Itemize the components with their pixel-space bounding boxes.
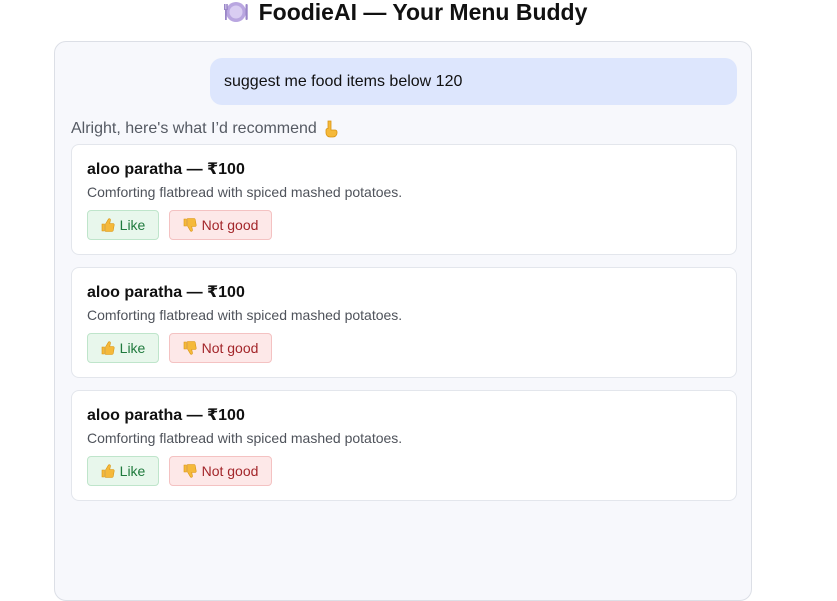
user-message-bubble: suggest me food items below 120 xyxy=(210,58,737,105)
not-good-button[interactable]: Not good xyxy=(169,456,272,486)
bot-intro: Alright, here's what I’d recommend xyxy=(71,118,340,140)
thumbs-down-icon xyxy=(183,218,197,232)
recommendation-card: aloo paratha — ₹100 Comforting flatbread… xyxy=(71,390,737,501)
bot-intro-text: Alright, here's what I’d recommend xyxy=(71,120,317,137)
not-good-label: Not good xyxy=(201,340,259,356)
plate-icon xyxy=(223,0,249,24)
card-description: Comforting flatbread with spiced mashed … xyxy=(87,430,403,446)
card-title: aloo paratha — ₹100 xyxy=(87,284,245,301)
recommendation-card: aloo paratha — ₹100 Comforting flatbread… xyxy=(71,144,737,255)
like-label: Like xyxy=(119,463,146,479)
like-button[interactable]: Like xyxy=(87,333,159,363)
thumbs-down-icon xyxy=(183,341,197,355)
thumbs-up-icon xyxy=(101,464,115,478)
like-button[interactable]: Like xyxy=(87,210,159,240)
card-title: aloo paratha — ₹100 xyxy=(87,407,245,424)
card-description: Comforting flatbread with spiced mashed … xyxy=(87,184,403,200)
not-good-label: Not good xyxy=(201,217,259,233)
not-good-label: Not good xyxy=(201,463,259,479)
pointing-down-icon xyxy=(322,120,340,138)
page-title: FoodieAI — Your Menu Buddy xyxy=(258,0,588,25)
not-good-button[interactable]: Not good xyxy=(169,333,272,363)
thumbs-up-icon xyxy=(101,341,115,355)
like-button[interactable]: Like xyxy=(87,456,159,486)
card-title: aloo paratha — ₹100 xyxy=(87,161,245,178)
thumbs-up-icon xyxy=(101,218,115,232)
recommendation-card: aloo paratha — ₹100 Comforting flatbread… xyxy=(71,267,737,378)
card-description: Comforting flatbread with spiced mashed … xyxy=(87,307,403,323)
like-label: Like xyxy=(119,217,146,233)
chat-panel[interactable]: suggest me food items below 120 Alright,… xyxy=(54,41,752,601)
not-good-button[interactable]: Not good xyxy=(169,210,272,240)
thumbs-down-icon xyxy=(183,464,197,478)
user-message-text: suggest me food items below 120 xyxy=(224,72,463,90)
app-header: FoodieAI — Your Menu Buddy xyxy=(0,0,810,24)
like-label: Like xyxy=(119,340,146,356)
